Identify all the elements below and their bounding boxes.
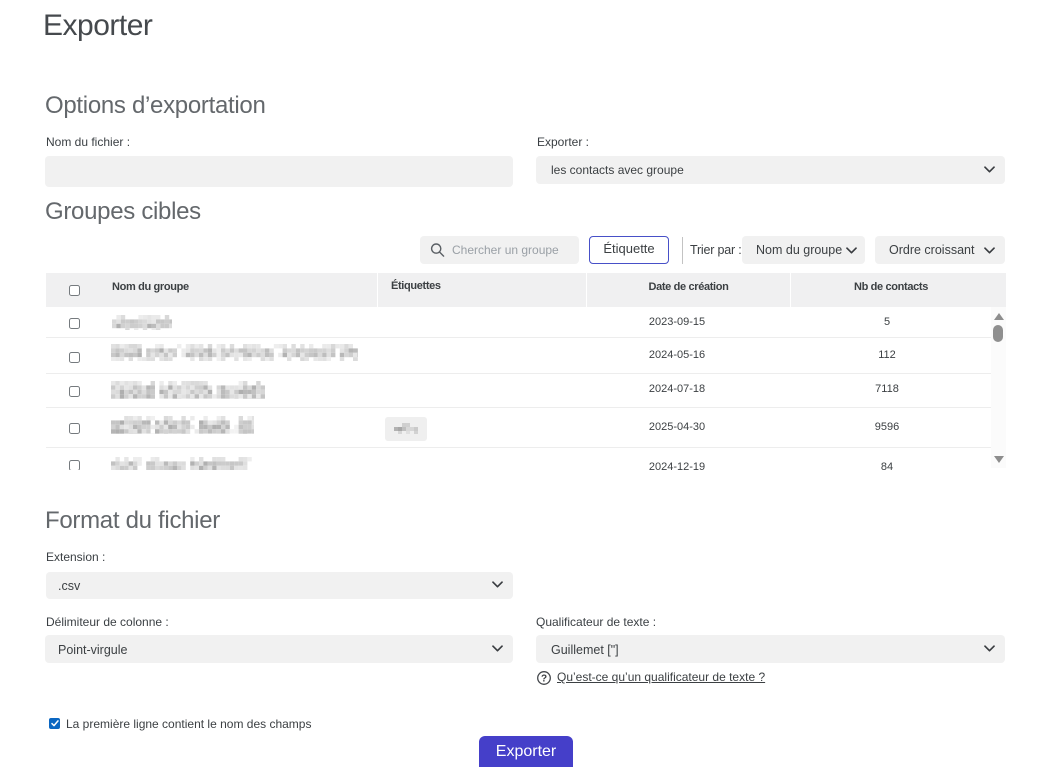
svg-text:?: ? (541, 673, 547, 684)
